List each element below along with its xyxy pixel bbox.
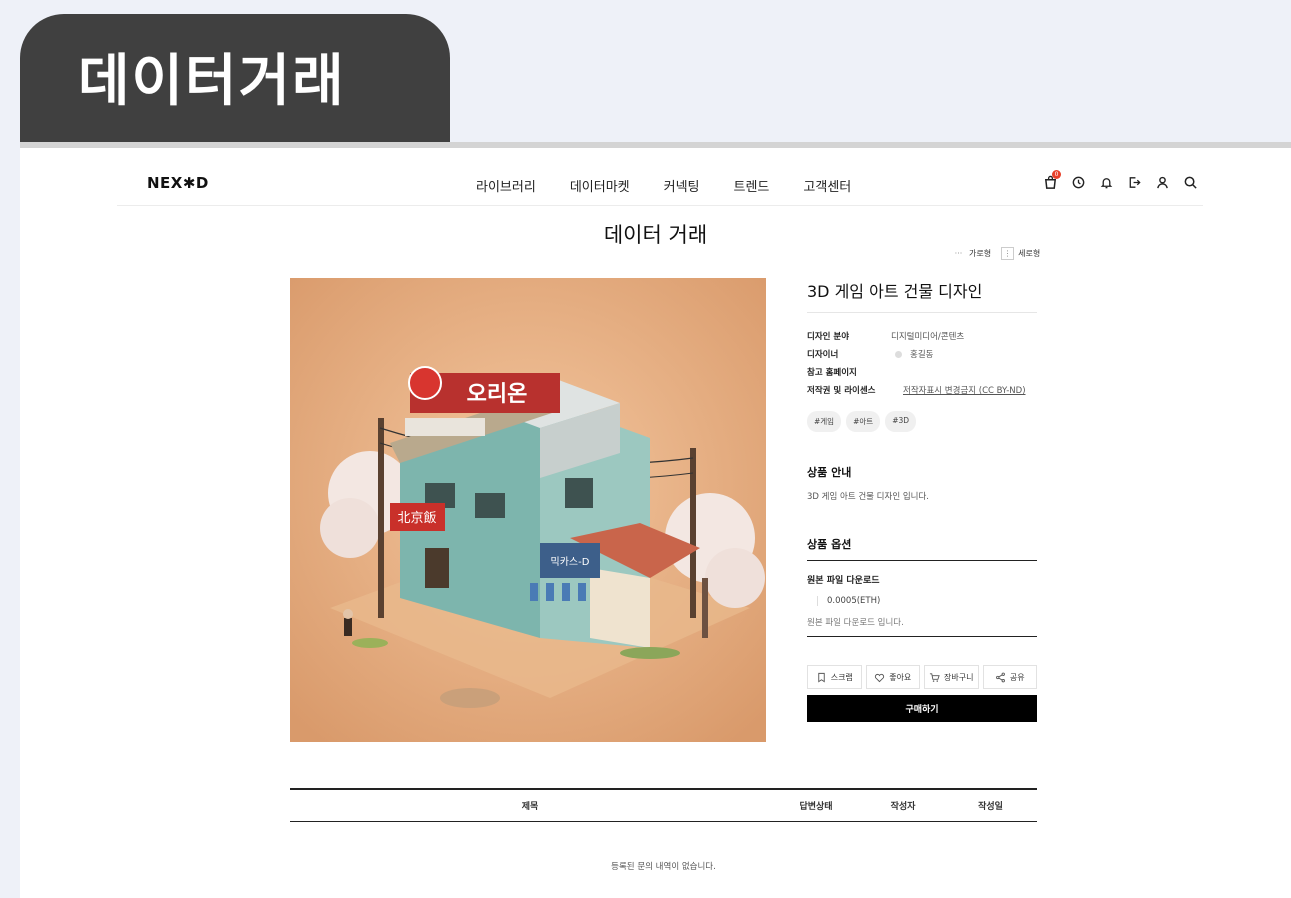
product-meta: 디자인 분야 디지털미디어/콘텐츠 디자이너 홍길동 참고 홈페이지 저작권 및… [807, 327, 1037, 399]
view-toggle: ··· 가로형 ⋮ 세로형 [952, 247, 1040, 260]
meta-key: 저작권 및 라이센스 [807, 386, 876, 396]
cart-icon[interactable]: 0 [1042, 170, 1061, 190]
option-description: 원본 파일 다운로드 입니다. [807, 616, 1037, 637]
nav-trend[interactable]: 트렌드 [734, 176, 770, 195]
nav-customer-center[interactable]: 고객센터 [803, 176, 851, 195]
vertical-view-button[interactable]: 세로형 [1018, 248, 1040, 259]
screenshot-panel: NEX✱D 라이브러리 데이터마켓 커넥팅 트렌드 고객센터 0 데이터 거래 … [20, 148, 1291, 898]
vertical-view-icon[interactable]: ⋮ [1001, 247, 1015, 260]
share-icon [995, 672, 1005, 682]
cart-button[interactable]: 장바구니 [924, 665, 979, 689]
like-label: 좋아요 [889, 672, 912, 682]
share-label: 공유 [1009, 672, 1025, 682]
product-guide-section: 상품 안내 3D 게임 아트 건물 디자인 입니다. [807, 464, 1037, 502]
banner-title: 데이터거래 [78, 49, 346, 114]
action-buttons: 스크랩 좋아요 장바구니 공유 [807, 665, 1037, 689]
license-link[interactable]: 저작자표시 변경금지 (CC BY-ND) [903, 384, 1026, 396]
cart-badge: 0 [1052, 170, 1061, 179]
logout-icon[interactable] [1126, 174, 1142, 190]
header-icons: 0 [1042, 170, 1198, 190]
horizontal-view-icon[interactable]: ··· [952, 247, 965, 260]
meta-key: 참고 홈페이지 [807, 368, 857, 378]
tag-game[interactable]: #게임 [807, 411, 842, 432]
heart-icon [875, 673, 885, 682]
meta-row: 디자인 분야 디지털미디어/콘텐츠 [807, 327, 1037, 345]
product-option-heading-block: 상품 옵션 [807, 536, 1037, 561]
image-shop-sign: 믹카스-D [551, 556, 590, 568]
tag-list: #게임 #아트 #3D [807, 411, 1037, 432]
meta-value: 디지털미디어/콘텐츠 [891, 332, 965, 342]
bell-icon[interactable] [1098, 174, 1114, 190]
product-info: 3D 게임 아트 건물 디자인 디자인 분야 디지털미디어/콘텐츠 디자이너 홍… [807, 278, 1037, 722]
building-illustration: 北京飯 믹카스-D 오리온 [290, 278, 766, 742]
scrap-button[interactable]: 스크랩 [807, 665, 862, 689]
col-answer-status: 답변상태 [799, 802, 833, 812]
designer-name[interactable]: 홍길동 [910, 348, 933, 360]
meta-row: 디자이너 홍길동 [807, 345, 1037, 363]
option-name[interactable]: 원본 파일 다운로드 [807, 573, 1037, 586]
inquiry-table: 제목 답변상태 작성자 작성일 등록된 문의 내역이 없습니다. [290, 788, 1037, 872]
tag-3d[interactable]: #3D [885, 411, 917, 432]
page-title: 데이터 거래 [603, 223, 708, 247]
meta-row: 저작권 및 라이센스 저작자표시 변경금지 (CC BY-ND) [807, 381, 1037, 399]
tag-art[interactable]: #아트 [846, 411, 881, 432]
search-icon[interactable] [1182, 174, 1198, 190]
table-header: 제목 답변상태 작성자 작성일 [290, 788, 1037, 822]
cart-label: 장바구니 [944, 672, 974, 682]
meta-key: 디자인 분야 [807, 332, 850, 342]
horizontal-view-button[interactable]: 가로형 [969, 248, 991, 259]
nav-connecting[interactable]: 커넥팅 [664, 176, 700, 195]
meta-key: 디자이너 [807, 350, 839, 360]
main-nav: 라이브러리 데이터마켓 커넥팅 트렌드 고객센터 [476, 176, 885, 195]
like-button[interactable]: 좋아요 [865, 665, 920, 689]
buy-button[interactable]: 구매하기 [807, 695, 1037, 722]
option-heading: 상품 옵션 [807, 538, 852, 551]
option-price: 0.0005(ETH) [817, 596, 1037, 606]
col-date: 작성일 [978, 802, 1003, 812]
col-title: 제목 [521, 802, 539, 812]
product-image: 北京飯 믹카스-D 오리온 [290, 278, 766, 742]
page-banner: 데이터거래 [20, 14, 450, 154]
nav-library[interactable]: 라이브러리 [476, 176, 536, 195]
meta-row: 참고 홈페이지 [807, 363, 1037, 381]
guide-heading: 상품 안내 [807, 466, 852, 479]
share-button[interactable]: 공유 [982, 665, 1037, 689]
image-main-sign: 오리온 [467, 382, 528, 407]
clock-icon[interactable] [1070, 174, 1086, 190]
header-divider [117, 205, 1203, 206]
scrap-label: 스크랩 [830, 672, 853, 682]
col-author: 작성자 [890, 802, 916, 812]
image-side-sign: 北京飯 [397, 511, 436, 526]
empty-message: 등록된 문의 내역이 없습니다. [611, 862, 716, 872]
site-logo[interactable]: NEX✱D [147, 174, 209, 192]
nav-data-market[interactable]: 데이터마켓 [570, 176, 630, 195]
user-icon[interactable] [1154, 174, 1170, 190]
shopping-cart-icon [929, 672, 940, 682]
product-title: 3D 게임 아트 건물 디자인 [807, 278, 1037, 313]
guide-description: 3D 게임 아트 건물 디자인 입니다. [807, 492, 930, 502]
designer-avatar-icon [895, 350, 902, 358]
bookmark-icon [817, 672, 825, 682]
